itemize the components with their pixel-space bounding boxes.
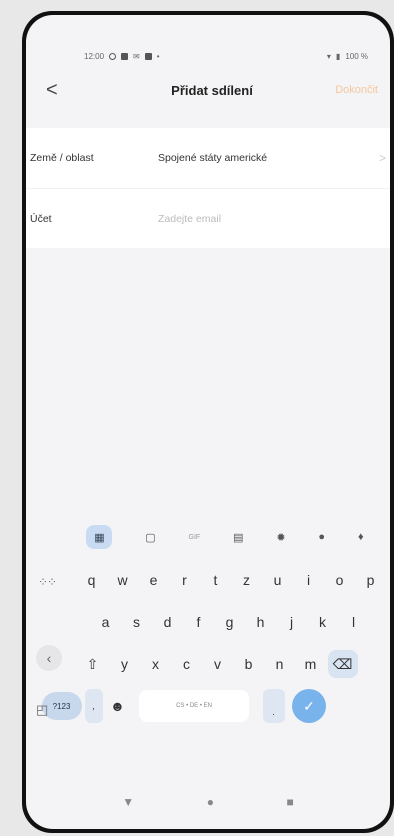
key-a[interactable]: a — [92, 605, 120, 639]
keyboard-layout-icon[interactable]: ⁘⁘ — [38, 575, 57, 589]
key-x[interactable]: x — [142, 647, 170, 681]
sticker-icon[interactable]: ▢ — [145, 531, 155, 544]
battery-level: 100 % — [345, 52, 368, 61]
key-row-2: a s d f g h j k l — [26, 601, 390, 643]
key-z[interactable]: z — [233, 563, 261, 597]
period-key[interactable]: . — [262, 689, 285, 723]
key-p[interactable]: p — [357, 563, 385, 597]
notification-icon — [109, 53, 117, 60]
status-bar: 12:00 ✉ • ▾ ▮ 100 % — [26, 15, 390, 70]
mail-icon: ✉ — [133, 52, 140, 61]
wifi-icon: ▾ — [326, 52, 331, 61]
key-w[interactable]: w — [109, 563, 137, 597]
status-time: 12:00 — [84, 52, 105, 61]
message-icon — [144, 53, 152, 60]
gear-icon[interactable]: ✹ — [276, 531, 285, 544]
apps-grid-icon[interactable]: ▦ — [86, 525, 113, 549]
key-t[interactable]: t — [202, 563, 230, 597]
key-i[interactable]: i — [295, 563, 323, 597]
backspace-icon[interactable]: ⌫ — [327, 650, 358, 678]
screen: 12:00 ✉ • ▾ ▮ 100 % < Přidat sdílení Dok… — [26, 15, 390, 829]
key-row-1: q w e r t z u i o p — [26, 559, 390, 601]
key-f[interactable]: f — [185, 605, 213, 639]
key-s[interactable]: s — [123, 605, 151, 639]
more-notifications-icon: • — [156, 52, 160, 61]
battery-icon: ▮ — [335, 52, 341, 61]
key-h[interactable]: h — [247, 605, 275, 639]
clipboard-icon[interactable]: ▤ — [233, 531, 243, 544]
keyboard-toolbar: ▦ ▢ GIF ▤ ✹ ● ♦ — [26, 515, 390, 559]
comma-key[interactable]: , — [84, 689, 103, 723]
nav-recents-icon[interactable]: ■ — [286, 795, 293, 809]
gallery-icon — [121, 53, 129, 60]
region-label: Země / oblast — [30, 152, 94, 164]
emoji-icon[interactable]: ☻ — [106, 689, 130, 723]
key-j[interactable]: j — [278, 605, 306, 639]
key-row-3: ⇧ y x c v b n m ⌫ — [26, 643, 390, 685]
key-b[interactable]: b — [235, 647, 263, 681]
account-label: Účet — [30, 212, 52, 225]
shift-icon[interactable]: ⇧ — [78, 647, 108, 681]
key-d[interactable]: d — [154, 605, 182, 639]
check-icon[interactable]: ✓ — [292, 689, 326, 723]
nav-bar: < Přidat sdílení Dokončit — [26, 70, 390, 110]
key-n[interactable]: n — [266, 647, 294, 681]
done-button[interactable]: Dokončit — [318, 84, 378, 96]
chevron-right-icon: > — [378, 151, 386, 165]
chevron-left-icon[interactable]: ‹ — [36, 645, 62, 671]
email-input[interactable]: Zadejte email — [158, 213, 390, 225]
key-m[interactable]: m — [297, 647, 325, 681]
region-value: Spojené státy americké — [158, 152, 268, 164]
key-k[interactable]: k — [309, 605, 337, 639]
key-o[interactable]: o — [326, 563, 354, 597]
key-e[interactable]: e — [140, 563, 168, 597]
key-l[interactable]: l — [340, 605, 368, 639]
page-title: Přidat sdílení — [171, 82, 253, 98]
nav-back-icon[interactable]: ▼ — [122, 795, 134, 809]
account-row[interactable]: Účet Zadejte email — [26, 188, 390, 248]
key-y[interactable]: y — [111, 647, 139, 681]
key-g[interactable]: g — [216, 605, 244, 639]
gif-button[interactable]: GIF — [189, 534, 201, 541]
phone-frame: 12:00 ✉ • ▾ ▮ 100 % < Přidat sdílení Dok… — [22, 11, 394, 833]
space-key[interactable]: CS • DE • EN — [139, 690, 249, 722]
key-q[interactable]: q — [78, 563, 106, 597]
keyboard: ▦ ▢ GIF ▤ ✹ ● ♦ ⁘⁘ ‹ ◰ q w e r t z u i o — [26, 515, 390, 775]
palette-icon[interactable]: ● — [318, 531, 325, 543]
clipboard-paste-icon[interactable]: ◰ — [36, 702, 48, 718]
microphone-icon[interactable]: ♦ — [358, 531, 364, 543]
key-c[interactable]: c — [173, 647, 201, 681]
back-button[interactable]: < — [46, 79, 106, 102]
share-form: Země / oblast Spojené státy americké > Ú… — [26, 128, 390, 248]
region-row[interactable]: Země / oblast Spojené státy americké > — [26, 128, 390, 188]
key-r[interactable]: r — [171, 563, 199, 597]
key-u[interactable]: u — [264, 563, 292, 597]
key-v[interactable]: v — [204, 647, 232, 681]
key-row-4: ?123 , ☻ CS • DE • EN . ✓ — [26, 685, 390, 727]
nav-home-icon[interactable]: ● — [207, 795, 214, 809]
system-nav-bar: ▼ ● ■ — [26, 775, 390, 829]
